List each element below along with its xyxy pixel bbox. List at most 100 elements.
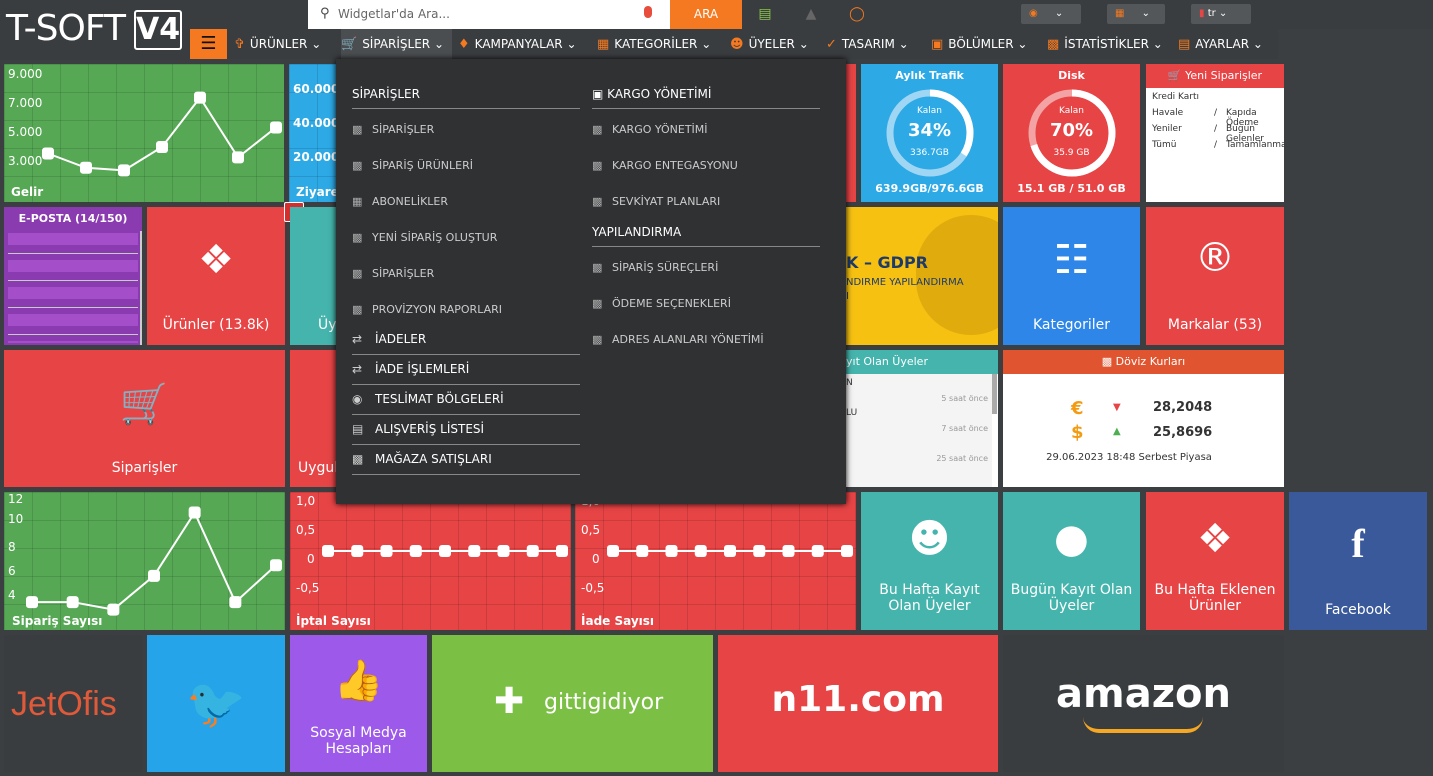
- order-filter-link[interactable]: Kredi Kartı: [1152, 92, 1199, 102]
- categories-tile[interactable]: ☷ Kategoriler: [1003, 207, 1140, 345]
- data-point: [607, 545, 619, 557]
- dropdown-item[interactable]: ◉ TESLİMAT BÖLGELERİ: [352, 392, 504, 406]
- disk-tile[interactable]: Disk Kalan 70% 35.9 GB 15.1 GB / 51.0 GB: [1003, 64, 1140, 202]
- weekly-products-tile[interactable]: ❖ Bu Hafta Eklenen Ürünler: [1146, 492, 1284, 630]
- gauge-caption: Kalan: [917, 106, 942, 116]
- language-dropdown[interactable]: ▮ tr ⌄: [1191, 4, 1251, 24]
- gdpr-subtitle: NDIRME YAPILANDIRMA: [846, 277, 964, 288]
- gittigidiyor-tile[interactable]: ✚ gittigidiyor: [432, 635, 713, 772]
- social-media-label: Sosyal Medya Hesapları: [310, 725, 407, 757]
- twitter-tile[interactable]: 🐦: [147, 635, 285, 772]
- menu-ayarlar[interactable]: ▤ AYARLAR ⌄: [1178, 29, 1263, 59]
- menu-urunler[interactable]: ✞ ÜRÜNLER ⌄: [234, 29, 321, 59]
- menu-istatistikler[interactable]: ▩ İSTATİSTİKLER ⌄: [1047, 29, 1163, 59]
- dropdown-item[interactable]: ▩ SİPARİŞLER: [352, 123, 434, 136]
- return-line-chart: [607, 545, 853, 557]
- order-filter-link[interactable]: Yeniler: [1152, 124, 1182, 134]
- menu-siparisler[interactable]: 🛒 SİPARİŞLER ⌄: [341, 29, 452, 59]
- new-orders-row[interactable]: Havale / Kapıda Ödeme: [1152, 108, 1282, 128]
- dropdown-item[interactable]: ▩ KARGO YÖNETİMİ: [592, 123, 708, 136]
- view-dropdown[interactable]: ◉ ⌄: [1021, 4, 1081, 24]
- menu-kategoriler[interactable]: ▦ KATEGORİLER ⌄: [597, 29, 711, 59]
- data-point: [694, 545, 707, 557]
- dropdown-item[interactable]: ▩ ADRES ALANLARI YÖNETİMİ: [592, 333, 764, 346]
- products-tile[interactable]: ❖ Ürünler (13.8k): [147, 207, 285, 345]
- gauge-percent: 34%: [907, 120, 952, 141]
- n11-logo: n11.com: [771, 679, 945, 720]
- menu-kampanyalar[interactable]: ♦ KAMPANYALAR ⌄: [458, 29, 577, 59]
- gdpr-tile[interactable]: K – GDPR NDIRME YAPILANDIRMA I: [846, 207, 998, 345]
- new-orders-row[interactable]: Yeniler / Bugün Gelenler: [1152, 124, 1282, 144]
- scrollbar[interactable]: [140, 231, 142, 345]
- return-count-chart-tile[interactable]: 1,0 0,5 0 -0,5 İade Sayısı: [575, 492, 856, 630]
- dropdown-item[interactable]: ▩ SİPARİŞ SÜREÇLERİ: [592, 261, 718, 274]
- currency-tile[interactable]: ▩ Döviz Kurları € ▼ 28,2048 $ ▲ 25,8696 …: [1003, 350, 1284, 487]
- registered-icon: ®: [1195, 235, 1235, 281]
- dropdown-item[interactable]: ▩ MAĞAZA SATIŞLARI: [352, 452, 492, 466]
- euro-icon: €: [1071, 398, 1084, 419]
- order-filter-link[interactable]: Tümü: [1152, 140, 1176, 150]
- gelir-chart-tile[interactable]: 9.000 7.000 5.000 3.000 Gelir: [4, 64, 284, 202]
- dropdown-item[interactable]: ⇄ İADELER: [352, 332, 426, 346]
- chat-icon[interactable]: ▤: [742, 0, 788, 29]
- new-orders-row[interactable]: Tümü / Tamamlanmamış: [1152, 140, 1284, 156]
- warning-icon[interactable]: ▲: [788, 0, 834, 29]
- menu-tasarim[interactable]: ✓ TASARIM ⌄: [826, 29, 909, 59]
- n11-tile[interactable]: n11.com: [718, 635, 998, 772]
- email-tile[interactable]: E-POSTA (14/150): [4, 207, 142, 345]
- amazon-tile[interactable]: amazon: [1003, 635, 1284, 772]
- dropdown-item[interactable]: ▩ SEVKİYAT PLANLARI: [592, 195, 720, 208]
- dropdown-section-title: SİPARİŞLER: [352, 87, 420, 101]
- hamburger-icon[interactable]: ☰: [190, 29, 227, 59]
- new-orders-tile[interactable]: 🛒 Yeni Siparişler Kredi Kartı Havale / Kapı…: [1146, 64, 1284, 202]
- registered-members-tile[interactable]: yıt Olan Üyeler N 5 saat önce LU 7 saat …: [846, 350, 998, 487]
- dropdown-item[interactable]: ▩ SİPARİŞ ÜRÜNLERİ: [352, 159, 473, 172]
- order-count-chart-tile[interactable]: 12 10 8 6 4 Sipariş Sayısı: [4, 492, 285, 630]
- apps-dropdown[interactable]: ▦ ⌄: [1107, 4, 1165, 24]
- orders-tile[interactable]: 🛒 Siparişler: [4, 350, 285, 487]
- dropdown-item[interactable]: ▤ ALIŞVERİŞ LİSTESİ: [352, 422, 484, 436]
- apps-tile[interactable]: Uygul: [290, 350, 339, 487]
- cancel-count-chart-tile[interactable]: 1,0 0,5 0 -0,5 İptal Sayısı: [290, 492, 571, 630]
- jetofis-tile[interactable]: JetOfis: [4, 635, 142, 772]
- logo[interactable]: T-SOFT V4: [0, 0, 190, 60]
- new-orders-row[interactable]: Kredi Kartı: [1152, 92, 1282, 108]
- today-members-tile[interactable]: ● Bugün Kayıt Olan Üyeler: [1003, 492, 1140, 630]
- members-tile[interactable]: Üy: [290, 207, 339, 345]
- dropdown-item[interactable]: ⇄ İADE İŞLEMLERİ: [352, 362, 469, 376]
- traffic-tile[interactable]: Aylık Trafik Kalan 34% 336.7GB 639.9GB/9…: [861, 64, 998, 202]
- exchange-icon: ⇄: [352, 362, 363, 376]
- search-input[interactable]: Widgetlar'da Ara...: [338, 7, 450, 21]
- chart-label: İade Sayısı: [581, 614, 655, 628]
- menu-uyeler[interactable]: ☻ ÜYELER ⌄: [730, 29, 809, 59]
- separator: /: [1214, 140, 1218, 150]
- gauge-caption: Kalan: [1059, 106, 1084, 116]
- search-box[interactable]: ⚲ Widgetlar'da Ara...: [308, 0, 670, 29]
- user-icon[interactable]: ◯: [834, 0, 880, 29]
- brands-tile[interactable]: ® Markalar (53): [1146, 207, 1284, 345]
- dropdown-item[interactable]: ▦ ABONELİKLER: [352, 195, 448, 208]
- dropdown-item[interactable]: ▩ YENİ SİPARİŞ OLUŞTUR: [352, 231, 497, 244]
- sitemap-icon: ☷: [1053, 237, 1090, 283]
- order-filter-link[interactable]: Tamamlanmamış: [1226, 140, 1284, 150]
- ziyaret-chart-tile[interactable]: 60.000 40.000 20.000 Ziyaret: [289, 64, 339, 202]
- dropdown-item[interactable]: ▩ KARGO ENTEGASYONU: [592, 159, 738, 172]
- data-point: [636, 545, 649, 557]
- scrollbar[interactable]: [992, 374, 997, 414]
- weekly-members-tile[interactable]: ☻ Bu Hafta Kayıt Olan Üyeler: [861, 492, 998, 630]
- facebook-tile[interactable]: f Facebook: [1289, 492, 1427, 630]
- y-tick: 60.000: [293, 82, 339, 96]
- dropdown-item[interactable]: ▩ ÖDEME SEÇENEKLERİ: [592, 297, 731, 310]
- menu-bolumler[interactable]: ▣ BÖLÜMLER ⌄: [931, 29, 1027, 59]
- dropdown-item[interactable]: ▩ SİPARİŞLER: [352, 267, 434, 280]
- search-button[interactable]: ARA: [670, 0, 742, 29]
- data-point: [753, 545, 766, 557]
- separator: /: [1214, 124, 1218, 134]
- microphone-icon[interactable]: [644, 6, 652, 18]
- dropdown-item[interactable]: ▩ PROVİZYON RAPORLARI: [352, 303, 502, 316]
- usd-rate: 25,8696: [1153, 425, 1213, 440]
- order-filter-link[interactable]: Havale: [1152, 108, 1183, 118]
- facebook-label: Facebook: [1325, 602, 1391, 618]
- data-point: [439, 545, 451, 557]
- social-media-tile[interactable]: 👍 Sosyal Medya Hesapları: [290, 635, 427, 772]
